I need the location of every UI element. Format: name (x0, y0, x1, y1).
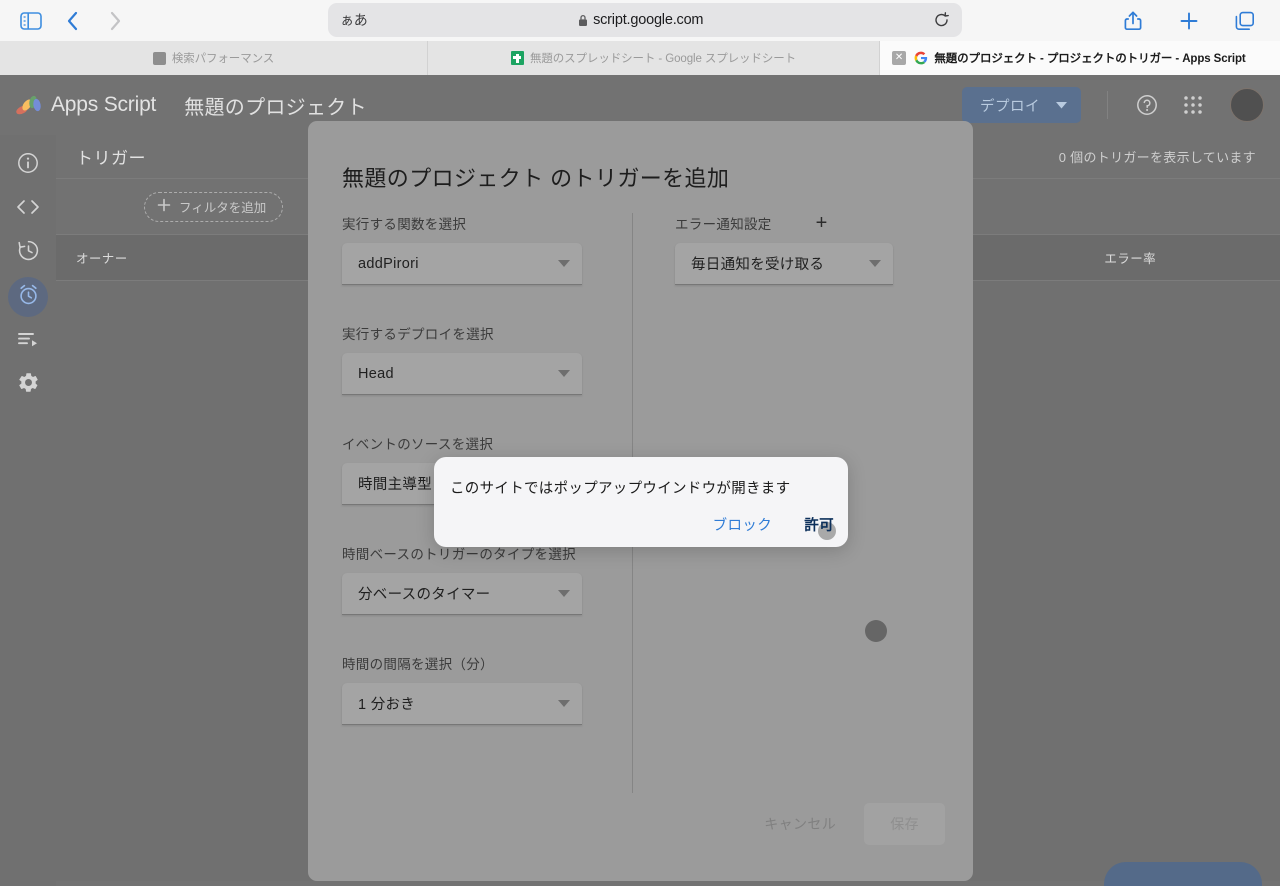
field-label: エラー通知設定 (675, 217, 772, 232)
error-notification-select[interactable]: 毎日通知を受け取る (675, 243, 893, 285)
field-label: 時間の間隔を選択（分） (342, 657, 494, 672)
dialog-footer: キャンセル 保存 (750, 803, 945, 845)
popup-message: このサイトではポップアップウインドウが開きます (450, 481, 791, 497)
forward-chevron-icon (98, 6, 132, 36)
chevron-down-icon (558, 260, 570, 267)
field-minute-interval: 時間の間隔を選択（分） 1 分おき (342, 653, 632, 725)
field-time-trigger-type: 時間ベースのトリガーのタイプを選択 分ベースのタイマー (342, 543, 632, 615)
allow-button[interactable]: 許可 (804, 514, 834, 535)
lock-icon (579, 14, 588, 26)
field-error-notification: エラー通知設定 + 毎日通知を受け取る (675, 213, 973, 285)
plus-icon[interactable]: + (816, 213, 828, 233)
field-function: 実行する関数を選択 addPirori (342, 213, 632, 285)
url-display[interactable]: script.google.com (349, 12, 932, 28)
field-label: 実行するデプロイを選択 (342, 327, 494, 342)
dialog-title: 無題のプロジェクト のトリガーを追加 (342, 166, 730, 191)
address-bar[interactable]: ぁあ script.google.com (328, 3, 962, 37)
deployment-select[interactable]: Head (342, 353, 582, 395)
browser-tab-search-console[interactable]: 検索パフォーマンス (0, 41, 428, 75)
chevron-down-icon (558, 370, 570, 377)
save-button[interactable]: 保存 (864, 803, 945, 845)
search-console-icon (152, 51, 166, 65)
browser-tab-apps-script[interactable]: ✕ 無題のプロジェクト - プロジェクトのトリガー - Apps Script (880, 41, 1280, 75)
time-trigger-type-select[interactable]: 分ベースのタイマー (342, 573, 582, 615)
select-value: Head (358, 365, 394, 382)
google-icon (914, 51, 928, 65)
select-value: 1 分おき (358, 697, 416, 713)
screen-root: ぁあ script.google.com 検索パフォーマンス 無題のスプレッドシ… (0, 0, 1280, 886)
google-sheets-icon (510, 51, 524, 65)
select-value: 毎日通知を受け取る (691, 257, 825, 273)
select-value: addPirori (358, 255, 419, 272)
browser-tab-spreadsheet[interactable]: 無題のスプレッドシート - Google スプレッドシート (428, 41, 880, 75)
chevron-down-icon (558, 700, 570, 707)
tab-overview-icon[interactable] (1228, 6, 1262, 36)
field-label: 実行する関数を選択 (342, 217, 467, 232)
close-icon[interactable]: ✕ (892, 51, 906, 65)
function-select[interactable]: addPirori (342, 243, 582, 285)
field-label: イベントのソースを選択 (342, 437, 494, 452)
share-icon[interactable] (1116, 6, 1150, 36)
tab-bar: 検索パフォーマンス 無題のスプレッドシート - Google スプレッドシート … (0, 41, 1280, 75)
cancel-button[interactable]: キャンセル (750, 804, 850, 844)
block-button[interactable]: ブロック (713, 514, 773, 535)
select-value: 分ベースのタイマー (358, 587, 491, 603)
chevron-down-icon (869, 260, 881, 267)
reload-icon[interactable] (932, 12, 950, 28)
tab-title: 無題のプロジェクト - プロジェクトのトリガー - Apps Script (934, 53, 1246, 65)
minute-interval-select[interactable]: 1 分おき (342, 683, 582, 725)
sidebar-toggle-icon[interactable] (14, 6, 48, 36)
url-text: script.google.com (593, 12, 704, 28)
field-deployment: 実行するデプロイを選択 Head (342, 323, 632, 395)
select-value: 時間主導型 (358, 477, 432, 493)
popup-permission-dialog: このサイトではポップアップウインドウが開きます ブロック 許可 (434, 457, 848, 547)
back-chevron-icon[interactable] (56, 6, 90, 36)
touch-pointer-indicator (865, 620, 887, 642)
browser-toolbar: ぁあ script.google.com (0, 0, 1280, 41)
tab-title: 検索パフォーマンス (171, 53, 275, 65)
chevron-down-icon (558, 590, 570, 597)
tab-title: 無題のスプレッドシート - Google スプレッドシート (529, 53, 797, 65)
plus-icon[interactable] (1172, 6, 1206, 36)
browser-chrome: ぁあ script.google.com 検索パフォーマンス 無題のスプレッドシ… (0, 0, 1280, 75)
field-label-row: エラー通知設定 + (675, 213, 973, 233)
